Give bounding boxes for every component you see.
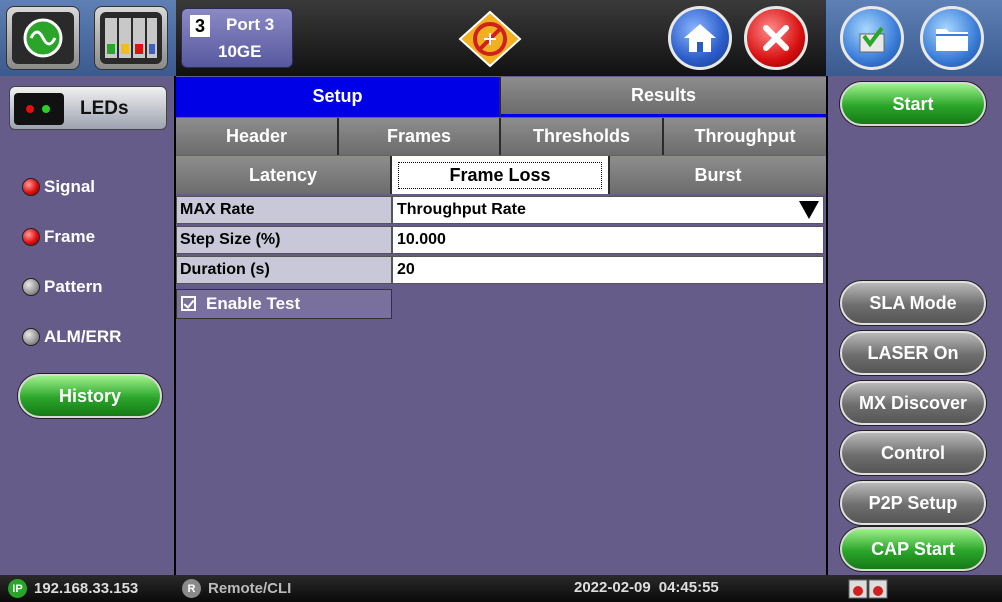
- tab-setup[interactable]: Setup: [176, 77, 501, 117]
- led-alm-err-icon: [22, 328, 40, 346]
- leds-icon: [14, 93, 64, 125]
- setting-row: Step Size (%) 10.000: [176, 226, 826, 254]
- step-size-input[interactable]: 10.000: [392, 226, 824, 254]
- port-number: 3: [190, 15, 210, 37]
- port-rate: 10GE: [218, 42, 262, 61]
- datetime: 2022-02-09 04:45:55: [574, 579, 719, 596]
- tab-header[interactable]: Header: [176, 118, 339, 155]
- setting-row: Duration (s) 20: [176, 256, 826, 284]
- ip-address: 192.168.33.153: [34, 580, 139, 597]
- test-subtabs: Latency Frame Loss Burst: [176, 156, 826, 194]
- duration-label: Duration (s): [176, 256, 392, 284]
- folder-button[interactable]: [920, 6, 984, 70]
- max-rate-value: Throughput Rate: [397, 201, 526, 218]
- port-label: Port 3: [226, 15, 275, 34]
- control-button[interactable]: Control: [840, 431, 986, 475]
- home-button[interactable]: [668, 6, 732, 70]
- led-frame-icon: [22, 228, 40, 246]
- remote-icon: R: [182, 579, 201, 598]
- close-button[interactable]: [744, 6, 808, 70]
- time-text: 04:45:55: [658, 579, 719, 596]
- led-pattern: Pattern: [22, 276, 103, 298]
- test-app-button[interactable]: [6, 6, 80, 70]
- sla-mode-button[interactable]: SLA Mode: [840, 281, 986, 325]
- setting-row: MAX Rate Throughput Rate: [176, 196, 826, 224]
- remote-status: R Remote/CLI: [182, 579, 291, 598]
- port-indicator[interactable]: 3 Port 3 10GE: [181, 8, 293, 68]
- leds-label: LEDs: [80, 98, 129, 119]
- main-tabs: Setup Results: [176, 77, 826, 117]
- ip-icon: IP: [8, 579, 27, 598]
- tab-thresholds[interactable]: Thresholds: [501, 118, 664, 155]
- checkbox-checked-icon: [181, 296, 196, 311]
- start-button[interactable]: Start: [840, 82, 986, 126]
- tab-burst[interactable]: Burst: [610, 156, 826, 194]
- toolbar-left-group: [0, 0, 176, 76]
- led-alm-err-label: ALM/ERR: [44, 327, 122, 346]
- right-panel: Start SLA Mode LASER On MX Discover Cont…: [826, 76, 1002, 575]
- tab-frames[interactable]: Frames: [339, 118, 501, 155]
- toolbar-right-group: [826, 0, 1002, 76]
- tab-frame-loss-label: Frame Loss: [398, 161, 602, 189]
- laser-on-button[interactable]: LASER On: [840, 331, 986, 375]
- led-alm-err: ALM/ERR: [22, 326, 121, 348]
- date-text: 2022-02-09: [574, 579, 651, 596]
- save-button[interactable]: [840, 6, 904, 70]
- step-size-label: Step Size (%): [176, 226, 392, 254]
- led-pattern-label: Pattern: [44, 277, 103, 296]
- tab-latency[interactable]: Latency: [176, 156, 392, 194]
- duration-input[interactable]: 20: [392, 256, 824, 284]
- max-rate-select[interactable]: Throughput Rate: [392, 196, 824, 224]
- save-icon: [859, 26, 885, 53]
- tab-frame-loss[interactable]: Frame Loss: [392, 156, 610, 194]
- test-app-icon: [12, 12, 74, 64]
- mx-discover-button[interactable]: MX Discover: [840, 381, 986, 425]
- close-icon: [763, 25, 789, 51]
- history-button[interactable]: History: [18, 374, 162, 418]
- led-frame: Frame: [22, 226, 95, 248]
- leds-button[interactable]: LEDs: [9, 86, 167, 130]
- led-signal: Signal: [22, 176, 95, 198]
- laser-warning-icon[interactable]: [458, 10, 522, 73]
- left-panel: LEDs Signal Frame Pattern ALM/ERR Histor…: [0, 76, 176, 575]
- led-frame-label: Frame: [44, 227, 96, 246]
- max-rate-label: MAX Rate: [176, 196, 392, 224]
- main-content: Setup Results Header Frames Thresholds T…: [176, 76, 826, 575]
- ip-status: IP 192.168.33.153: [8, 579, 138, 598]
- led-signal-icon: [22, 178, 40, 196]
- modules-icon: [100, 12, 162, 64]
- status-icons: [848, 579, 888, 599]
- modules-button[interactable]: [94, 6, 168, 70]
- led-pattern-icon: [22, 278, 40, 296]
- p2p-setup-button[interactable]: P2P Setup: [840, 481, 986, 525]
- enable-test-checkbox[interactable]: Enable Test: [176, 289, 392, 319]
- home-icon: [684, 24, 716, 52]
- top-toolbar: 3 Port 3 10GE: [0, 0, 1002, 76]
- enable-test-label: Enable Test: [206, 294, 301, 313]
- folder-icon: [936, 29, 968, 51]
- setup-subtabs: Header Frames Thresholds Throughput: [176, 118, 826, 155]
- cap-start-button[interactable]: CAP Start: [840, 527, 986, 571]
- tab-results[interactable]: Results: [501, 77, 826, 117]
- led-signal-label: Signal: [44, 177, 96, 196]
- dropdown-arrow-icon: [799, 201, 819, 219]
- remote-label: Remote/CLI: [208, 580, 292, 597]
- status-bar: IP 192.168.33.153 R Remote/CLI 2022-02-0…: [0, 575, 1002, 602]
- tab-throughput[interactable]: Throughput: [664, 118, 826, 155]
